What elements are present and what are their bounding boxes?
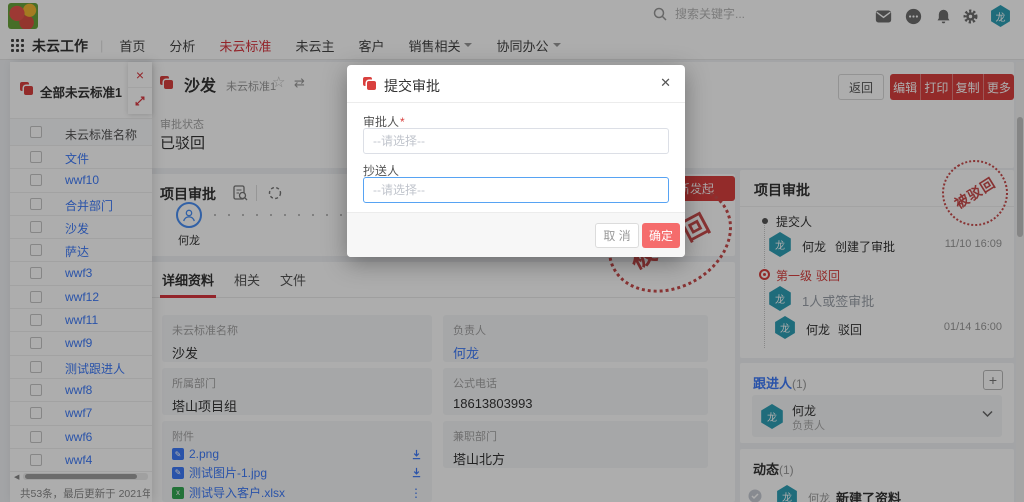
required-mark: * bbox=[400, 115, 405, 129]
submit-approval-modal: 提交审批 ✕ 审批人* 抄送人 取 消 确定 bbox=[347, 65, 685, 257]
approver-label-text: 审批人 bbox=[363, 115, 399, 129]
modal-header: 提交审批 ✕ bbox=[347, 65, 685, 103]
modal-title: 提交审批 bbox=[384, 76, 440, 96]
approver-select[interactable] bbox=[363, 128, 669, 154]
approval-icon bbox=[363, 77, 377, 91]
cancel-button[interactable]: 取 消 bbox=[595, 223, 639, 248]
close-icon[interactable]: ✕ bbox=[660, 75, 671, 91]
cc-select[interactable] bbox=[363, 177, 669, 203]
confirm-button[interactable]: 确定 bbox=[642, 223, 680, 248]
modal-footer: 取 消 确定 bbox=[347, 212, 685, 257]
app-root: 龙 未云工作 | 首页 分析 未云标准 未云主 客户 销售相关 协同办公 沙发 … bbox=[0, 0, 1024, 502]
